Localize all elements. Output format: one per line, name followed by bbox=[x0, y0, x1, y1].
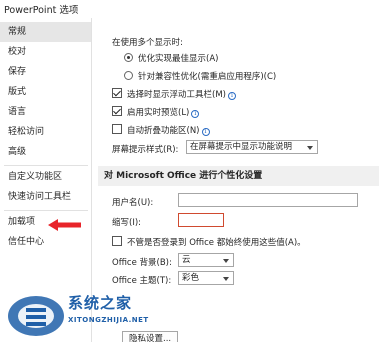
sidebar-item-save[interactable]: 保存 bbox=[0, 62, 91, 82]
radio-compat-label: 针对兼容性优化(需重启应用程序)(C) bbox=[138, 72, 277, 82]
personalize-section-heading: 对 Microsoft Office 进行个性化设置 bbox=[98, 166, 379, 186]
initials-label: 缩写(I): bbox=[112, 218, 142, 228]
chevron-down-icon bbox=[223, 259, 229, 263]
checkbox-always-use-values[interactable]: 不管是否登录到 Office 都始终使用这些值(A)。 bbox=[112, 236, 306, 248]
office-theme-select[interactable]: 彩色 bbox=[178, 271, 234, 285]
watermark-subtext: XITONGZHIJIA.NET bbox=[68, 316, 149, 324]
initials-input[interactable] bbox=[178, 213, 224, 227]
checkbox[interactable] bbox=[112, 106, 122, 116]
checkbox-collapse-ribbon[interactable]: 自动折叠功能区(N) i bbox=[112, 124, 210, 136]
checkbox[interactable] bbox=[112, 88, 122, 98]
checkbox-live-preview[interactable]: 启用实时预览(L) i bbox=[112, 106, 200, 118]
window-titlebar: PowerPoint 选项 bbox=[0, 0, 379, 18]
sidebar-item-proofing[interactable]: 校对 bbox=[0, 42, 91, 62]
checkbox[interactable] bbox=[112, 124, 122, 134]
chevron-down-icon bbox=[223, 277, 229, 281]
radio-optimize-compatibility[interactable]: 针对兼容性优化(需重启应用程序)(C) bbox=[124, 70, 276, 82]
office-background-select[interactable]: 云 bbox=[178, 253, 234, 267]
watermark-text: 系统之家 bbox=[68, 294, 133, 312]
sidebar-item-quick-access-toolbar[interactable]: 快速访问工具栏 bbox=[0, 187, 91, 207]
sidebar-divider bbox=[4, 210, 88, 211]
always-use-label: 不管是否登录到 Office 都始终使用这些值(A)。 bbox=[127, 238, 306, 248]
info-icon: i bbox=[227, 92, 236, 100]
chevron-down-icon bbox=[307, 146, 313, 150]
screentip-style-value: 在屏幕提示中显示功能说明 bbox=[190, 142, 293, 152]
info-icon: i bbox=[201, 128, 210, 136]
username-input[interactable] bbox=[178, 193, 358, 207]
screentip-style-label: 屏幕提示样式(R): bbox=[112, 145, 179, 155]
checkbox[interactable] bbox=[112, 236, 122, 246]
info-icon: i bbox=[191, 110, 200, 118]
sidebar-item-language[interactable]: 语言 bbox=[0, 102, 91, 122]
sidebar-item-layout[interactable]: 版式 bbox=[0, 82, 91, 102]
sidebar-divider bbox=[4, 165, 88, 166]
annotation-arrow-icon bbox=[48, 219, 81, 231]
office-theme-value: 彩色 bbox=[182, 273, 200, 283]
sidebar-item-general[interactable]: 常规 bbox=[0, 22, 91, 42]
radio-optimize-label: 优化实现最佳显示(A) bbox=[138, 54, 219, 64]
mini-toolbar-label: 选择时显示浮动工具栏(M) bbox=[127, 90, 226, 100]
office-background-value: 云 bbox=[182, 255, 191, 265]
collapse-ribbon-label: 自动折叠功能区(N) bbox=[127, 126, 200, 136]
office-theme-label: Office 主题(T): bbox=[112, 276, 172, 286]
sidebar-item-accessibility[interactable]: 轻松访问 bbox=[0, 122, 91, 142]
checkbox-mini-toolbar[interactable]: 选择时显示浮动工具栏(M) i bbox=[112, 88, 236, 100]
sidebar-item-customize-ribbon[interactable]: 自定义功能区 bbox=[0, 167, 91, 187]
window-title: PowerPoint 选项 bbox=[4, 5, 79, 16]
username-label: 用户名(U): bbox=[112, 198, 154, 208]
multi-display-label: 在使用多个显示时: bbox=[112, 38, 183, 48]
live-preview-label: 启用实时预览(L) bbox=[127, 108, 190, 118]
radio-button[interactable] bbox=[124, 53, 133, 62]
radio-optimize-display[interactable]: 优化实现最佳显示(A) bbox=[124, 52, 218, 64]
screentip-style-select[interactable]: 在屏幕提示中显示功能说明 bbox=[186, 140, 318, 154]
radio-button[interactable] bbox=[124, 71, 133, 80]
office-background-label: Office 背景(B): bbox=[112, 258, 172, 268]
sidebar-item-advanced[interactable]: 高级 bbox=[0, 142, 91, 162]
sidebar-item-trust-center[interactable]: 信任中心 bbox=[0, 232, 91, 252]
